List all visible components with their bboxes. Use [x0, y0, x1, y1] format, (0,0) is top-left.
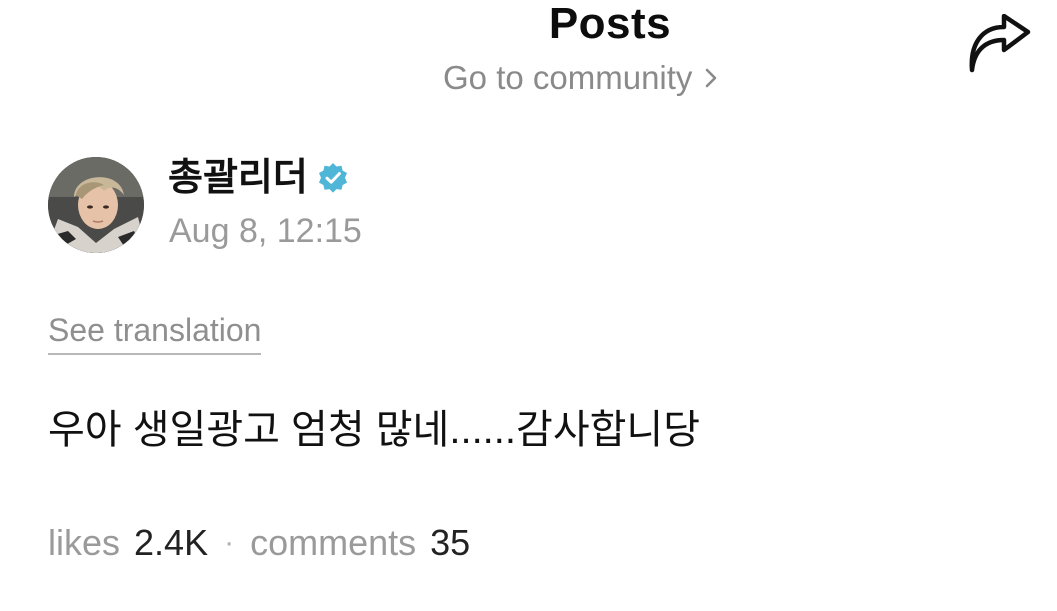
likes-value: 2.4K — [134, 522, 209, 563]
share-icon[interactable] — [964, 14, 1036, 78]
header-bar: Posts Go to community — [0, 0, 1057, 110]
comments-value: 35 — [430, 522, 471, 563]
go-to-community-link[interactable]: Go to community — [443, 56, 718, 100]
page-title: Posts — [548, 0, 672, 48]
post-body-text: 우아 생일광고 엄청 많네......감사합니당 — [48, 408, 701, 452]
likes-label: likes — [48, 522, 121, 563]
post-stats: likes 2.4K · comments 35 — [48, 520, 470, 566]
see-translation-link[interactable]: See translation — [48, 310, 262, 355]
comments-label: comments — [250, 522, 417, 563]
author-name-row: 총괄리더 — [168, 155, 350, 201]
chevron-right-icon — [706, 68, 717, 88]
likes-count[interactable]: likes 2.4K — [48, 520, 208, 566]
post-timestamp: Aug 8, 12:15 — [169, 212, 362, 250]
author-name[interactable]: 총괄리더 — [168, 155, 308, 201]
comments-count[interactable]: comments 35 — [250, 520, 470, 566]
verified-badge-icon — [318, 163, 347, 193]
stats-separator: · — [224, 526, 235, 559]
avatar[interactable] — [48, 157, 144, 253]
community-link-label: Go to community — [443, 59, 693, 96]
